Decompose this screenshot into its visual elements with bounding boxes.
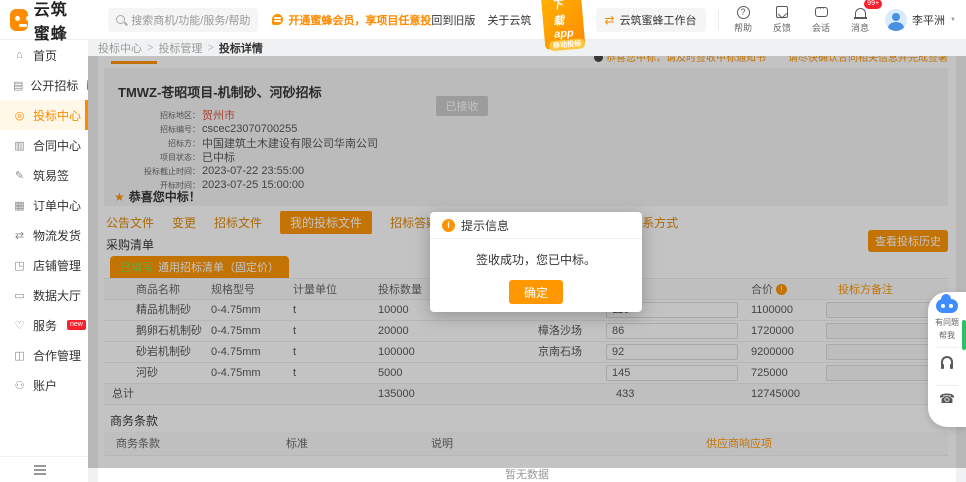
modal-title-bar: i 提示信息: [430, 212, 642, 239]
account-icon: ⚇: [13, 379, 26, 392]
home-icon: ⌂: [13, 49, 26, 61]
logistics-icon: ⇄: [13, 229, 26, 242]
empty-state-text: 暂无数据: [98, 466, 956, 482]
cooperation-icon: ◫: [13, 349, 26, 362]
phone-label[interactable]: 电话: [899, 408, 966, 419]
data-hall-icon: ▭: [13, 289, 26, 302]
new-badge: new: [67, 320, 86, 330]
header-icon-会话[interactable]: 会话: [808, 5, 834, 34]
sidebar-item-label: 合作管理: [33, 347, 81, 364]
sidebar-item-筑易签[interactable]: ✎ 筑易签: [0, 160, 88, 190]
sidebar-item-label: 物流发货: [33, 227, 81, 244]
breadcrumb-item[interactable]: 投标中心: [98, 40, 142, 56]
sidebar-item-label: 公开招标: [30, 77, 78, 94]
breadcrumb-item: 投标详情: [219, 40, 263, 56]
help-icon: ?: [737, 5, 750, 19]
sidebar-item-label: 数据大厅: [33, 287, 81, 304]
bell-icon: [855, 5, 866, 19]
sidebar-item-账户[interactable]: ⚇ 账户: [0, 370, 88, 400]
header-icon-帮助[interactable]: ? 帮助: [730, 5, 756, 34]
sidebar: ⌂ 首页 ▤ 公开招标 ◎ 投标中心 ▥ 合同中心 ✎ 筑易签 ▦ 订单中心 ⇄ 物流发货 ◳ 店铺管理 ▭ 数据…: [0, 40, 88, 482]
search-input[interactable]: 搜索商机/功能/服务/帮助: [108, 8, 258, 32]
search-placeholder: 搜索商机/功能/服务/帮助: [131, 12, 250, 28]
sidebar-item-label: 投标中心: [33, 107, 81, 124]
member-promo-link[interactable]: 开通蜜蜂会员，享项目任意投: [272, 12, 431, 28]
mascot-text-line2: 帮我: [939, 331, 955, 341]
modal-body-text: 签收成功，您已中标。: [430, 251, 642, 268]
brand-logo[interactable]: 云筑蜜蜂: [0, 0, 94, 44]
sidebar-item-首页[interactable]: ⌂ 首页: [0, 40, 88, 70]
mascot-text-line1: 有问题: [935, 318, 959, 328]
sidebar-item-label: 服务: [33, 317, 57, 334]
scrollbar-thumb[interactable]: [962, 320, 966, 350]
sidebar-item-服务[interactable]: ♡ 服务 new: [0, 310, 88, 340]
divider: [936, 385, 958, 386]
sidebar-footer: [0, 456, 88, 482]
phone-icon[interactable]: ☎: [939, 392, 955, 405]
breadcrumb-item[interactable]: 投标管理: [158, 40, 202, 56]
breadcrumb-separator: >: [147, 42, 153, 54]
sidebar-item-label: 订单中心: [33, 197, 81, 214]
sidebar-item-数据大厅[interactable]: ▭ 数据大厅: [0, 280, 88, 310]
icon-label: 会话: [812, 21, 830, 34]
sidebar-item-公开招标[interactable]: ▤ 公开招标: [0, 70, 88, 100]
robot-logo-icon: [10, 9, 28, 31]
sidebar-item-label: 账户: [33, 377, 57, 394]
top-header: 云筑蜜蜂 搜索商机/功能/服务/帮助 开通蜜蜂会员，享项目任意投 回到旧版 关于…: [0, 0, 966, 40]
contract-icon: ▥: [13, 139, 26, 152]
sidebar-item-合作管理[interactable]: ◫ 合作管理: [0, 340, 88, 370]
confirm-button[interactable]: 确定: [509, 280, 563, 304]
switch-icon: ⇄: [605, 13, 615, 27]
header-icon-消息[interactable]: 消息99+: [847, 5, 873, 34]
divider: [936, 347, 958, 348]
about-link[interactable]: 关于云筑: [487, 12, 531, 28]
search-icon: [116, 15, 125, 24]
sidebar-item-订单中心[interactable]: ▦ 订单中心: [0, 190, 88, 220]
feedback-icon: [776, 5, 788, 19]
sidebar-item-label: 首页: [33, 47, 57, 64]
header-right: 回到旧版 关于云筑 下载app 移动投标 ⇄ 云筑蜜蜂工作台 ? 帮助 反馈 会话 消息…: [431, 0, 966, 48]
floating-help-widget: 有问题 帮我 咨询 ☎ 电话: [928, 292, 966, 427]
download-app-badge[interactable]: 下载app 移动投标: [541, 0, 586, 49]
icon-label: 消息: [851, 21, 869, 34]
sidebar-item-label: 合同中心: [33, 137, 81, 154]
sidebar-item-合同中心[interactable]: ▥ 合同中心: [0, 130, 88, 160]
consult-label[interactable]: 咨询: [899, 368, 966, 379]
message-modal: i 提示信息 签收成功，您已中标。 确定: [430, 212, 642, 312]
chevron-down-icon: ▼: [950, 17, 956, 23]
sidebar-item-label: 店铺管理: [33, 257, 81, 274]
chat-icon: [815, 5, 828, 19]
user-menu[interactable]: 李平洲 ▼: [885, 9, 956, 31]
headset-icon[interactable]: [941, 356, 953, 365]
mascot-cloud-icon[interactable]: [936, 299, 958, 313]
bid-center-icon: ◎: [13, 109, 26, 122]
workbench-link[interactable]: ⇄ 云筑蜜蜂工作台: [596, 8, 706, 32]
brand-name: 云筑蜜蜂: [34, 0, 80, 44]
breadcrumb: 投标中心 > 投标管理 > 投标详情: [98, 40, 263, 56]
avatar: [885, 9, 907, 31]
open-bid-icon: ▤: [13, 79, 23, 92]
sidebar-item-label: 筑易签: [33, 167, 69, 184]
old-version-link[interactable]: 回到旧版: [431, 12, 475, 28]
collapse-menu-icon[interactable]: [34, 465, 46, 467]
shop-icon: ◳: [13, 259, 26, 272]
sidebar-item-物流发货[interactable]: ⇄ 物流发货: [0, 220, 88, 250]
bee-icon: [272, 14, 283, 25]
header-icon-反馈[interactable]: 反馈: [769, 5, 795, 34]
esign-icon: ✎: [13, 169, 26, 182]
service-icon: ♡: [13, 319, 26, 332]
app-root: 云筑蜜蜂 搜索商机/功能/服务/帮助 开通蜜蜂会员，享项目任意投 回到旧版 关于…: [0, 0, 966, 482]
sidebar-item-店铺管理[interactable]: ◳ 店铺管理: [0, 250, 88, 280]
order-icon: ▦: [13, 199, 26, 212]
info-icon: i: [442, 219, 455, 232]
icon-label: 帮助: [734, 21, 752, 34]
modal-title: 提示信息: [461, 217, 509, 234]
notification-badge: 99+: [864, 0, 882, 9]
icon-label: 反馈: [773, 21, 791, 34]
breadcrumb-separator: >: [207, 42, 213, 54]
header-icon-group: ? 帮助 反馈 会话 消息99+: [730, 5, 873, 34]
sidebar-item-投标中心[interactable]: ◎ 投标中心: [0, 100, 88, 130]
